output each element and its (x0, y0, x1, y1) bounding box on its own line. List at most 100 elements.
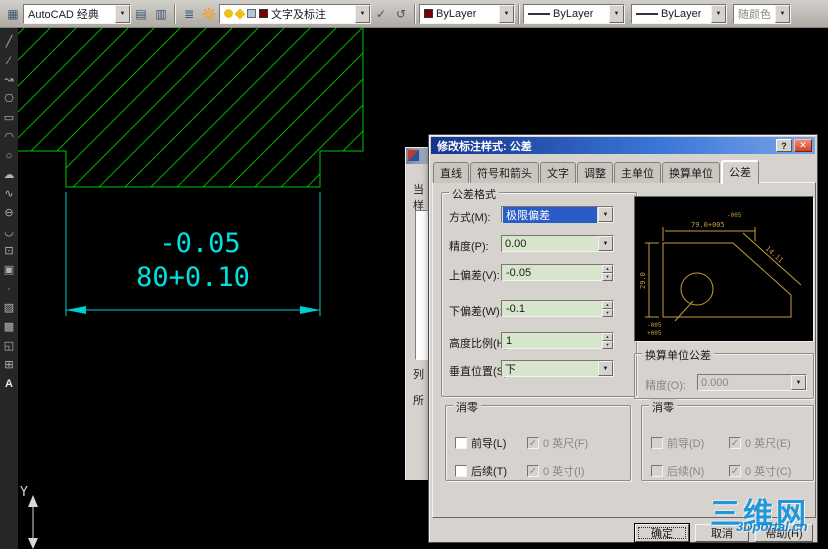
spin-down-icon[interactable]: ▼ (602, 341, 613, 349)
toolbar-doc-button-1[interactable]: ▤ (131, 4, 151, 24)
linetype-combo[interactable]: ByLayer ▼ (523, 3, 625, 24)
method-combo-value: 极限偏差 (503, 206, 597, 223)
checkbox-icon[interactable] (455, 437, 467, 449)
alt-inches-checkbox: ✓ 0 英寸(C) (729, 463, 791, 479)
dim-style-preview: -005 79.0+005 29.0 14.11 -005 +005 (634, 196, 814, 342)
gradient-icon[interactable]: ▩ (1, 319, 17, 335)
alt-feet-label: 0 英尺(E) (745, 438, 791, 450)
make-block-icon[interactable]: ▣ (1, 262, 17, 278)
method-combo[interactable]: 极限偏差 ▼ (501, 206, 614, 223)
plotstyle-combo-value: 随颜色 (738, 8, 771, 21)
back-dialog-label: 所 (413, 395, 424, 407)
preview-top-dim: 79.0+005 (691, 221, 725, 229)
region-icon[interactable]: ◱ (1, 338, 17, 354)
chevron-down-icon[interactable]: ▼ (355, 4, 370, 23)
chevron-down-icon[interactable]: ▼ (115, 4, 130, 23)
style-list-edge (415, 210, 428, 360)
tab-alternate-units[interactable]: 换算单位 (662, 162, 720, 183)
lineweight-combo[interactable]: ByLayer ▼ (631, 3, 727, 24)
workspace-combo-value: AutoCAD 经典 (28, 8, 99, 21)
trailing-checkbox[interactable]: 后续(T) (455, 463, 507, 479)
layer-properties-button[interactable]: ≣ (179, 4, 199, 24)
spin-down-icon[interactable]: ▼ (602, 273, 613, 281)
tab-tolerances[interactable]: 公差 (721, 160, 759, 184)
color-combo[interactable]: ByLayer ▼ (419, 3, 515, 24)
watermark-subtitle: 3Dportal.cn (736, 519, 808, 534)
vertical-position-combo[interactable]: 下 ▼ (501, 360, 614, 377)
height-scale-value: 1 (506, 334, 513, 347)
layer-on-icon[interactable] (224, 9, 233, 18)
spline-icon[interactable]: ∿ (1, 186, 17, 202)
tab-text[interactable]: 文字 (540, 162, 576, 183)
mtext-icon[interactable]: A (1, 376, 17, 392)
polygon-icon[interactable]: ⎔ (1, 91, 17, 107)
chevron-down-icon[interactable]: ▼ (711, 4, 726, 23)
rectangle-icon[interactable]: ▭ (1, 110, 17, 126)
checkbox-icon[interactable] (455, 465, 467, 477)
linetype-sample-icon (528, 12, 550, 15)
revision-cloud-icon[interactable]: ☁ (1, 167, 17, 183)
circle-icon[interactable]: ○ (1, 148, 17, 164)
point-icon[interactable]: ∙ (1, 281, 17, 297)
spin-up-icon[interactable]: ▲ (602, 301, 613, 309)
table-icon[interactable]: ⊞ (1, 357, 17, 373)
help-icon[interactable]: ? (776, 139, 792, 152)
lower-value-spinner[interactable]: -0.1 ▲ ▼ (501, 300, 614, 317)
toolbar-separator (414, 3, 416, 24)
tab-primary-units[interactable]: 主单位 (614, 162, 661, 183)
spin-up-icon[interactable]: ▲ (602, 333, 613, 341)
checkbox-icon (651, 465, 663, 477)
preview-bottom-deviation-plus: +005 (647, 330, 662, 337)
toolbar-separator (518, 3, 520, 24)
ellipse-arc-icon[interactable]: ◡ (1, 224, 17, 240)
ok-button[interactable]: 确定 (635, 524, 689, 542)
layer-previous-button[interactable]: ↺ (391, 4, 411, 24)
workspace-grid-icon[interactable]: ▦ (3, 4, 23, 24)
make-layer-current-button[interactable]: ✓ (371, 4, 391, 24)
upper-value-spinner[interactable]: -0.05 ▲ ▼ (501, 264, 614, 281)
layer-states-button[interactable]: 🔆 (199, 4, 219, 24)
preview-bottom-deviation-minus: -005 (647, 322, 662, 329)
alt-precision-combo: 0.000 ▼ (697, 374, 807, 391)
hatch-icon[interactable]: ▨ (1, 300, 17, 316)
tab-symbols-arrows[interactable]: 符号和箭头 (470, 162, 539, 183)
alt-trailing-checkbox: 后续(N) (651, 463, 704, 479)
dialog-titlebar[interactable]: 修改标注样式: 公差 ? ✕ (431, 137, 815, 154)
chevron-down-icon[interactable]: ▼ (499, 4, 514, 23)
leading-checkbox[interactable]: 前导(L) (455, 435, 506, 451)
plotstyle-combo[interactable]: 随颜色 ▼ (733, 3, 791, 24)
polyline-icon[interactable]: ↝ (1, 72, 17, 88)
layer-combo[interactable]: 文字及标注 ▼ (219, 3, 371, 24)
arc-icon[interactable]: ◠ (1, 129, 17, 145)
ucs-arrow-up-icon (28, 495, 38, 507)
spin-down-icon[interactable]: ▼ (602, 309, 613, 317)
chevron-down-icon[interactable]: ▼ (598, 207, 613, 222)
layer-lock-icon[interactable] (247, 9, 256, 18)
hatched-section[interactable] (8, 22, 364, 188)
spin-up-icon[interactable]: ▲ (602, 265, 613, 273)
precision-combo[interactable]: 0.00 ▼ (501, 235, 614, 252)
layer-freeze-icon[interactable] (234, 7, 246, 20)
tab-fit[interactable]: 调整 (577, 162, 613, 183)
chevron-down-icon[interactable]: ▼ (598, 361, 613, 376)
ellipse-icon[interactable]: ⊖ (1, 205, 17, 221)
close-icon[interactable]: ✕ (794, 139, 812, 152)
back-dialog-titlebar[interactable] (406, 148, 428, 164)
height-scale-spinner[interactable]: 1 ▲ ▼ (501, 332, 614, 349)
chevron-down-icon[interactable]: ▼ (775, 4, 790, 23)
chevron-down-icon[interactable]: ▼ (598, 236, 613, 251)
dim-arrow-right-icon (300, 306, 320, 314)
chevron-down-icon[interactable]: ▼ (609, 4, 624, 23)
vertical-position-value: 下 (505, 363, 516, 376)
alt-leading-label: 前导(D) (667, 438, 705, 450)
dim-text-main: 80+0.10 (136, 262, 250, 293)
insert-block-icon[interactable]: ⊡ (1, 243, 17, 259)
toolbar-doc-button-2[interactable]: ▥ (151, 4, 171, 24)
dim-style-manager-dialog[interactable]: 当 样 列 所 (405, 147, 428, 480)
line-icon[interactable]: ╱ (1, 34, 17, 50)
layer-color-icon[interactable] (259, 9, 268, 18)
tab-lines[interactable]: 直线 (433, 162, 469, 183)
workspace-combo[interactable]: AutoCAD 经典 ▼ (23, 3, 131, 24)
construction-line-icon[interactable]: ∕ (1, 53, 17, 69)
preview-top-deviation: -005 (727, 212, 742, 219)
